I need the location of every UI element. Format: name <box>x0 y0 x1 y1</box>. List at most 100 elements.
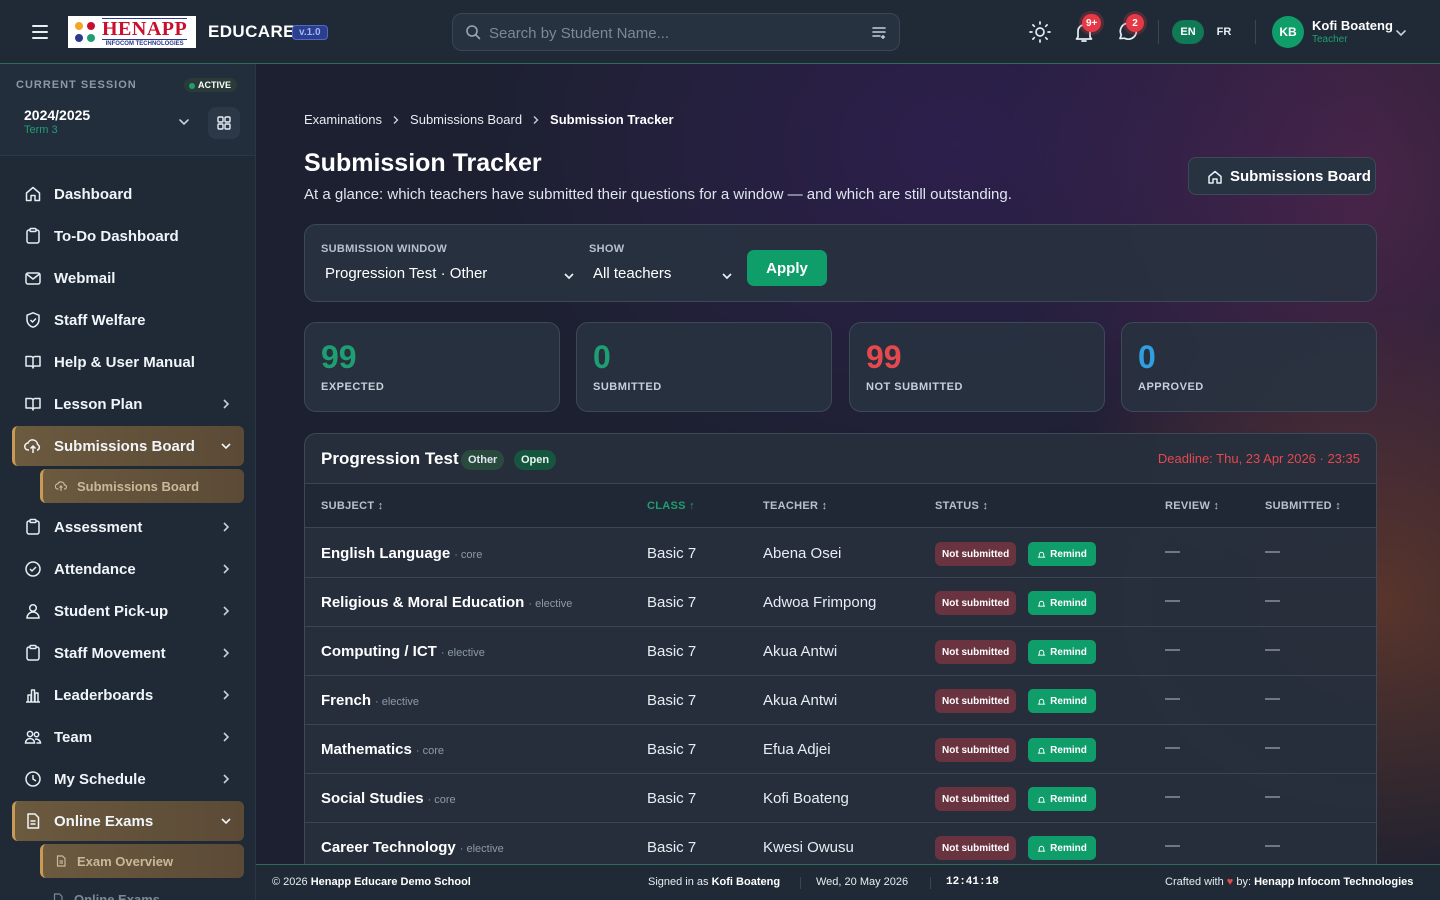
bell-icon <box>1037 550 1046 559</box>
column-header-submitted[interactable]: SUBMITTED ↕ <box>1265 500 1341 512</box>
grid-icon[interactable] <box>208 107 240 139</box>
remind-button-label: Remind <box>1050 744 1087 756</box>
stat-label: NOT SUBMITTED <box>866 381 963 393</box>
column-header-teacher[interactable]: TEACHER ↕ <box>763 500 827 512</box>
bell-icon <box>1037 844 1046 853</box>
filter-icon[interactable] <box>871 25 887 41</box>
chevron-right-icon <box>220 398 232 410</box>
chat-icon[interactable]: 2 <box>1116 14 1144 44</box>
remind-button[interactable]: Remind <box>1028 787 1096 811</box>
stat-card-not-submitted: 99 NOT SUBMITTED <box>849 322 1105 412</box>
subject-tag: · core <box>454 549 483 561</box>
sidebar-item-label: Assessment <box>54 519 143 536</box>
type-pill: Other <box>461 450 505 470</box>
sidebar-item-lesson-plan[interactable]: Lesson Plan <box>12 384 244 424</box>
sidebar-item-webmail[interactable]: Webmail <box>12 258 244 298</box>
stat-label: SUBMITTED <box>593 381 662 393</box>
column-header-status[interactable]: STATUS ↕ <box>935 500 988 512</box>
remind-button[interactable]: Remind <box>1028 591 1096 615</box>
footer-company: Henapp Infocom Technologies <box>1254 876 1414 888</box>
stat-card-approved: 0 APPROVED <box>1121 322 1377 412</box>
heart-icon: ♥ <box>1226 876 1234 888</box>
menu-icon[interactable] <box>28 22 52 42</box>
subject-tag: · core <box>427 794 456 806</box>
sidebar-item-todo-dashboard[interactable]: To-Do Dashboard <box>12 216 244 256</box>
sidebar-item-dashboard[interactable]: Dashboard <box>12 174 244 214</box>
sidebar-subitem-exam-overview[interactable]: Exam Overview <box>40 844 244 878</box>
cell-class: Basic 7 <box>647 643 697 660</box>
remind-button[interactable]: Remind <box>1028 738 1096 762</box>
table-header: SUBJECT ↕ CLASS ↑ TEACHER ↕ STATUS ↕ REV… <box>305 483 1376 528</box>
sidebar-item-staff-movement[interactable]: Staff Movement <box>12 633 244 673</box>
chevron-right-icon <box>220 731 232 743</box>
search-icon <box>465 24 481 40</box>
remind-button[interactable]: Remind <box>1028 689 1096 713</box>
sidebar-item-my-schedule[interactable]: My Schedule <box>12 759 244 799</box>
cell-teacher: Kofi Boateng <box>763 790 849 807</box>
chevron-right-icon <box>220 689 232 701</box>
remind-button[interactable]: Remind <box>1028 542 1096 566</box>
table-title: Progression Test <box>321 449 459 468</box>
breadcrumb-current: Submission Tracker <box>550 112 674 127</box>
lang-en-button[interactable]: EN <box>1172 20 1204 44</box>
sidebar-item-label: Help & User Manual <box>54 354 195 371</box>
subject-tag: · elective <box>440 647 485 659</box>
table-row: Computing / ICT · elective Basic 7 Akua Ant… <box>305 627 1376 676</box>
cell-submitted: — <box>1265 690 1280 707</box>
sidebar-subitem-submissions-board[interactable]: Submissions Board <box>40 469 244 503</box>
theme-toggle-sun-icon[interactable] <box>1028 20 1052 44</box>
cell-subject: English Language · core <box>321 545 483 562</box>
sidebar-item-attendance[interactable]: Attendance <box>12 549 244 589</box>
table-row: Career Technology · elective Basic 7 Kwesi … <box>305 823 1376 864</box>
sidebar-item-submissions-board[interactable]: Submissions Board <box>12 426 244 466</box>
chevron-right-icon <box>220 521 232 533</box>
status-badge: Not submitted <box>935 542 1017 566</box>
search-input[interactable] <box>489 22 859 44</box>
show-select[interactable]: All teachers <box>593 265 735 287</box>
submissions-board-button-label: Submissions Board <box>1230 168 1371 185</box>
sidebar-item-help-manual[interactable]: Help & User Manual <box>12 342 244 382</box>
sidebar-item-staff-welfare[interactable]: Staff Welfare <box>12 300 244 340</box>
footer-divider <box>800 877 801 889</box>
logo-mark-icon <box>70 17 100 47</box>
column-header-review[interactable]: REVIEW ↕ <box>1165 500 1219 512</box>
lang-fr-button[interactable]: FR <box>1208 20 1240 44</box>
breadcrumb-examinations[interactable]: Examinations <box>304 112 382 127</box>
document-icon <box>52 893 64 900</box>
bell-icon[interactable]: 9+ <box>1072 14 1102 44</box>
footer: © 2026 Henapp Educare Demo School Signed… <box>256 864 1440 900</box>
cell-teacher: Adwoa Frimpong <box>763 594 877 611</box>
toolbar-divider <box>1255 20 1256 44</box>
window-select[interactable]: Progression Test · Other <box>325 265 577 287</box>
sidebar-item-label: Student Pick-up <box>54 603 169 620</box>
chevron-down-icon[interactable] <box>1394 26 1408 40</box>
sidebar-item-assessment[interactable]: Assessment <box>12 507 244 547</box>
app-logo[interactable]: HENAPP INFOCOM TECHNOLOGIES <box>68 16 196 48</box>
column-header-subject[interactable]: SUBJECT ↕ <box>321 500 384 512</box>
sidebar-item-student-pickup[interactable]: Student Pick-up <box>12 591 244 631</box>
remind-button[interactable]: Remind <box>1028 640 1096 664</box>
sidebar-subitem-label: Exam Overview <box>77 854 174 869</box>
sidebar-item-label: Staff Movement <box>54 645 166 662</box>
apply-button[interactable]: Apply <box>747 250 827 286</box>
column-header-class[interactable]: CLASS ↑ <box>647 500 695 512</box>
user-avatar[interactable]: KB <box>1272 16 1304 48</box>
subject-tag: · elective <box>459 843 504 855</box>
sidebar-item-label: Team <box>54 729 93 746</box>
session-year: 2024/2025 <box>24 107 91 123</box>
table-row: French · elective Basic 7 Akua Antwi Not sub… <box>305 676 1376 725</box>
breadcrumb-submissions-board[interactable]: Submissions Board <box>410 112 522 127</box>
sidebar-item-online-exams[interactable]: Online Exams <box>12 801 244 841</box>
remind-button-label: Remind <box>1050 842 1087 854</box>
cell-class: Basic 7 <box>647 839 697 856</box>
sidebar-item-team[interactable]: Team <box>12 717 244 757</box>
user-name[interactable]: Kofi Boateng <box>1312 18 1393 33</box>
session-term: Term 3 <box>24 124 58 136</box>
remind-button[interactable]: Remind <box>1028 836 1096 860</box>
sidebar-subitem-online-exams[interactable]: Online Exams <box>40 882 244 900</box>
session-chevron-down-icon[interactable] <box>176 114 192 130</box>
sidebar-item-leaderboards[interactable]: Leaderboards <box>12 675 244 715</box>
submissions-board-button[interactable]: Submissions Board <box>1188 157 1376 195</box>
search-box <box>452 13 900 51</box>
cell-teacher: Abena Osei <box>763 545 842 562</box>
